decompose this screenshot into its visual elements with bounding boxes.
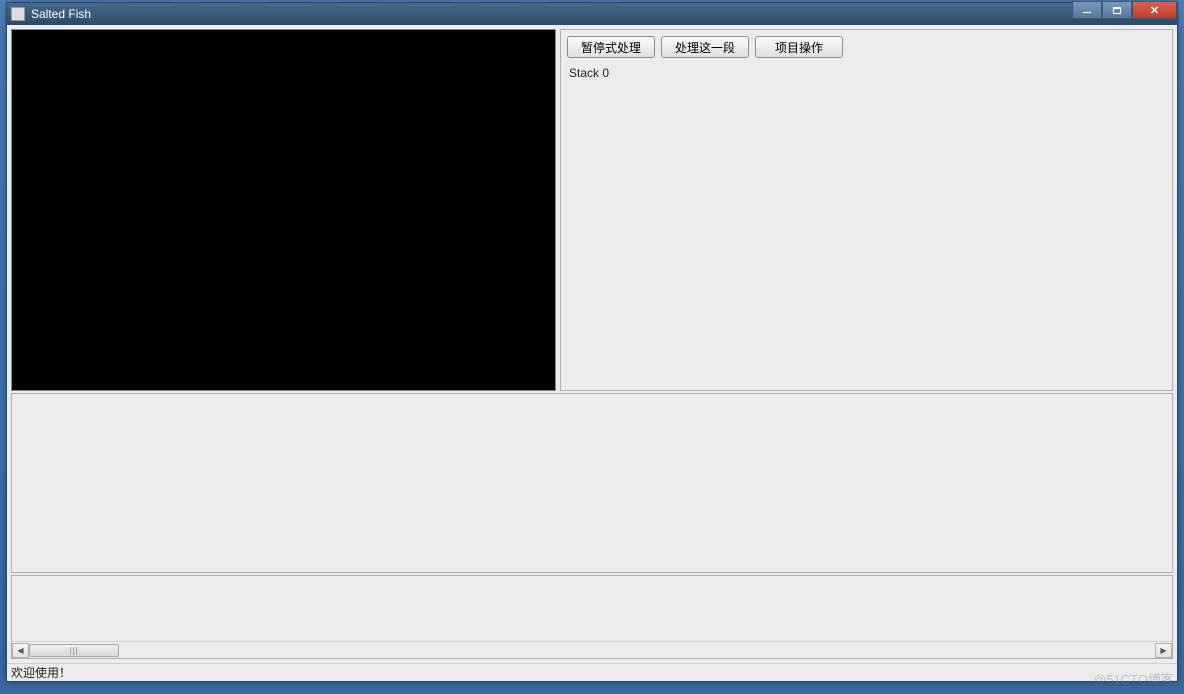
process-segment-button[interactable]: 处理这一段 [661,36,749,58]
client-area: 暂停式处理 处理这一段 项目操作 Stack 0 ◀ ||| ▶ [7,25,1177,663]
pause-process-button[interactable]: 暂停式处理 [567,36,655,58]
close-button[interactable]: ✕ [1132,1,1177,19]
scroll-track[interactable]: ||| [29,643,1155,658]
project-operations-button[interactable]: 项目操作 [755,36,843,58]
bottom-content [12,576,1172,641]
stack-display: Stack 0 [561,62,1172,390]
window-title: Salted Fish [31,7,1173,21]
window-controls: ✕ [1072,1,1177,19]
maximize-icon [1113,7,1121,14]
maximize-button[interactable] [1102,1,1132,19]
statusbar: 欢迎使用！ [7,663,1177,681]
top-section: 暂停式处理 处理这一段 项目操作 Stack 0 [11,29,1173,391]
minimize-button[interactable] [1072,1,1102,19]
stack-label: Stack 0 [569,66,609,80]
scroll-left-button[interactable]: ◀ [12,643,29,658]
scroll-thumb[interactable]: ||| [29,644,119,657]
toolbar: 暂停式处理 处理这一段 项目操作 [561,30,1172,62]
bottom-panel: ◀ ||| ▶ [11,575,1173,659]
control-panel: 暂停式处理 处理这一段 项目操作 Stack 0 [560,29,1173,391]
video-preview-panel[interactable] [11,29,556,391]
app-window: Salted Fish ✕ 暂停式处理 处理这一段 项目操作 Stack 0 [6,2,1178,682]
scroll-right-button[interactable]: ▶ [1155,643,1172,658]
app-icon [11,7,25,21]
titlebar[interactable]: Salted Fish ✕ [7,3,1177,25]
horizontal-scrollbar: ◀ ||| ▶ [12,641,1172,658]
status-text: 欢迎使用！ [11,664,71,681]
minimize-icon [1083,12,1091,14]
close-icon: ✕ [1150,4,1159,17]
middle-panel [11,393,1173,573]
